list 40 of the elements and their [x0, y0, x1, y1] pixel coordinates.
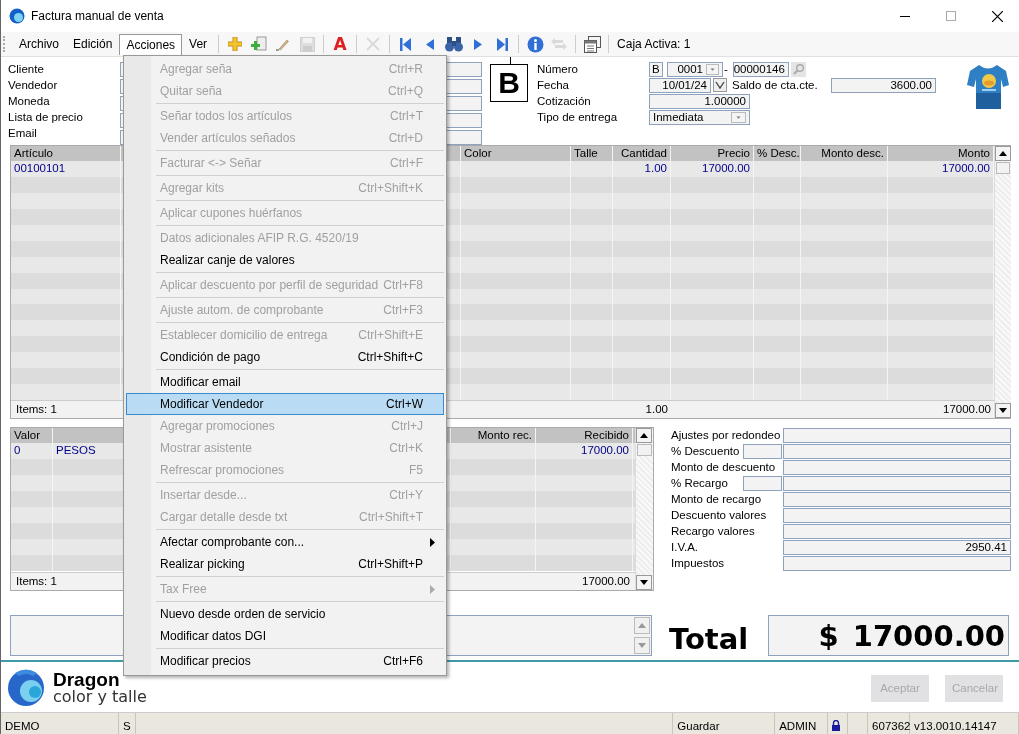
field-label: Monto de recargo: [671, 492, 763, 507]
field-label: I.V.A.: [671, 540, 700, 555]
status-text: Guardar: [677, 719, 720, 732]
total-amount: $ 17000.00: [768, 615, 1009, 656]
table-total: 17000.00: [581, 574, 631, 589]
field-label: Ajustes por redondeo: [671, 428, 782, 443]
active-cash-register-label: Caja Activa: 1: [617, 37, 691, 51]
field-label: Vendedor: [8, 78, 59, 93]
field-label: Descuento valores: [671, 508, 768, 523]
total-label: Total: [669, 622, 750, 656]
field-label: Impuestos: [671, 556, 726, 571]
separator-dash: -: [724, 63, 728, 75]
field-label: % Recargo: [671, 476, 729, 491]
item-count: Items: 1: [15, 402, 58, 418]
table-total: 1.00: [644, 402, 669, 418]
field-label: Monto de descuento: [671, 460, 777, 475]
status-text: DEMO: [5, 719, 40, 732]
table-cell: 00100101: [11, 161, 121, 177]
field-label: Fecha: [537, 78, 570, 93]
table-cell: 1.00: [613, 161, 671, 177]
status-text: v13.0010.14147: [914, 719, 997, 732]
field-label: Saldo de cta.cte.: [732, 78, 819, 93]
balance-field: 3600.00: [831, 77, 936, 93]
field-label: Tipo de entrega: [537, 110, 619, 125]
field-label: % Descuento: [671, 444, 741, 459]
window-title: Factura manual de venta: [31, 9, 164, 23]
table-cell: 17000.00: [671, 161, 754, 177]
status-text: ADMIN: [779, 719, 817, 732]
field-label: Recargo valores: [671, 524, 756, 539]
field-label: Cotización: [537, 94, 592, 109]
status-text: 607362: [872, 719, 911, 732]
brand-name: Dragon: [53, 669, 121, 689]
invoice-letter: B: [490, 64, 528, 102]
field-label: Cliente: [8, 62, 45, 77]
table-total: 17000.00: [942, 402, 992, 418]
field-label: Número: [537, 62, 579, 77]
field-label: Moneda: [8, 94, 51, 109]
status-text: S: [122, 719, 131, 732]
field-label: Lista de precio: [8, 110, 84, 125]
field-label: Email: [8, 126, 38, 141]
